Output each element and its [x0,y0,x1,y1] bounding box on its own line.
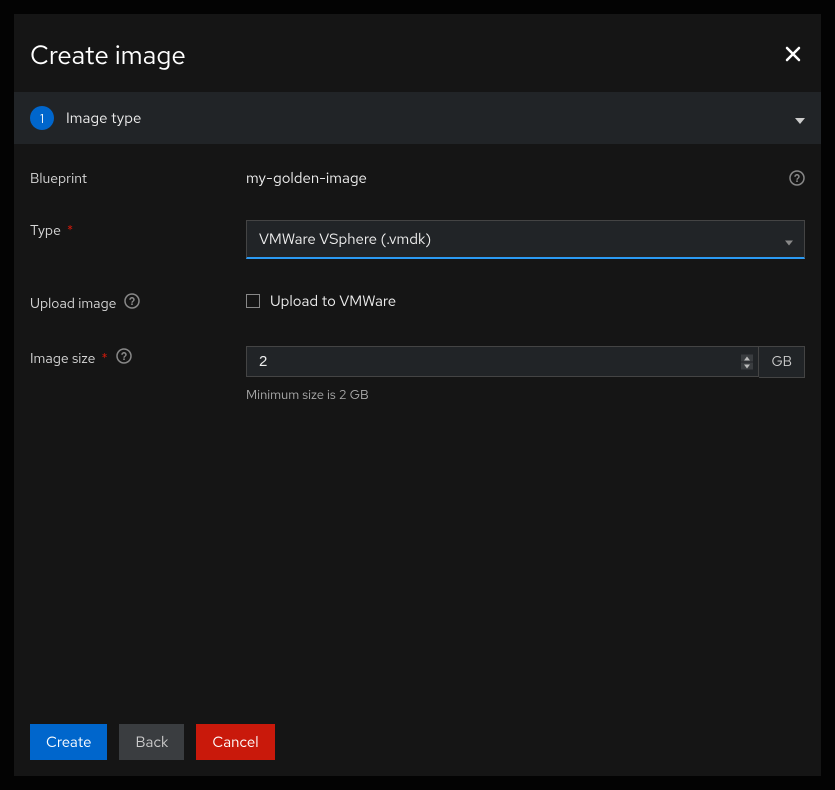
cancel-button[interactable]: Cancel [196,724,274,760]
required-indicator: * [67,222,73,240]
step-header[interactable]: 1 Image type [14,92,821,144]
spinner-down[interactable] [741,363,753,370]
spinner-up[interactable] [741,355,753,362]
modal-header: Create image [14,14,821,92]
size-label: Image size [30,350,95,368]
caret-down-icon [795,108,805,129]
upload-help-button[interactable] [124,293,140,314]
create-button[interactable]: Create [30,724,107,760]
step-header-left: 1 Image type [30,106,141,130]
size-row: Image size * GB [30,346,805,403]
blueprint-value: my-golden-image [246,168,805,188]
upload-checkbox[interactable] [246,294,260,308]
size-input[interactable] [246,346,759,377]
step-number-badge: 1 [30,106,54,130]
size-unit: GB [759,346,805,378]
back-button[interactable]: Back [119,724,184,760]
close-button[interactable] [781,42,805,69]
close-icon [785,46,801,65]
create-image-modal: Create image 1 Image type Blueprint my-g… [14,14,821,776]
required-indicator: * [101,350,107,368]
blueprint-label: Blueprint [30,168,246,188]
help-icon [789,170,805,191]
size-help-button[interactable] [116,348,132,369]
upload-row: Upload image Upload to VMWare [30,291,805,314]
type-label: Type [30,222,61,240]
blueprint-row: Blueprint my-golden-image [30,168,805,188]
number-spinner [741,355,753,370]
upload-label: Upload image [30,295,116,313]
modal-footer: Create Back Cancel [14,708,821,776]
step-label: Image type [66,108,141,128]
type-row: Type * VMWare VSphere (.vmdk) [30,220,805,259]
upload-checkbox-label: Upload to VMWare [270,291,396,311]
form-body: Blueprint my-golden-image Type * VMWare … [14,144,821,708]
help-icon [116,348,132,369]
help-icon [124,293,140,314]
modal-title: Create image [30,38,186,72]
size-hint: Minimum size is 2 GB [246,386,805,403]
blueprint-help-button[interactable] [789,170,805,191]
type-select[interactable]: VMWare VSphere (.vmdk) [246,220,805,259]
